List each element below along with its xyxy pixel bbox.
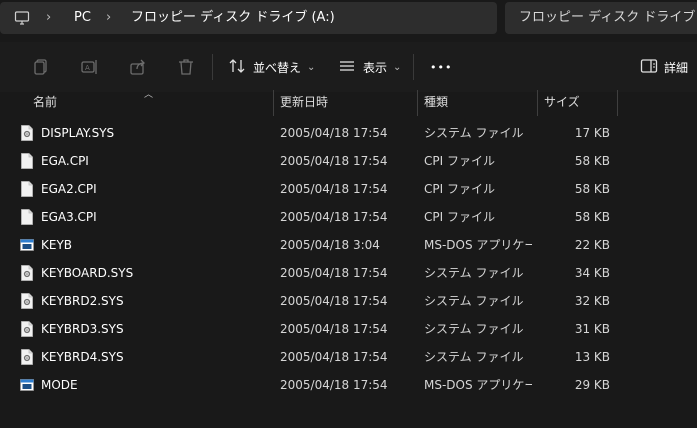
search-box[interactable]: フロッピー ディスク ドライブ — [505, 2, 697, 34]
file-date: 2005/04/18 17:54 — [280, 266, 388, 280]
file-name[interactable]: KEYBOARD.SYS — [41, 259, 133, 287]
chevron-down-icon: ⌄ — [307, 61, 316, 73]
file-row[interactable]: KEYB 2005/04/18 3:04 MS-DOS アプリケー... 22 KB — [0, 231, 697, 259]
chevron-right-icon[interactable]: › — [106, 2, 111, 34]
file-type: CPI ファイル — [424, 182, 495, 196]
file-type: システム ファイル — [424, 126, 524, 140]
more-icon: ••• — [430, 60, 453, 74]
sort-label: 並べ替え — [253, 60, 302, 75]
column-divider[interactable] — [537, 90, 538, 116]
file-date: 2005/04/18 3:04 — [280, 238, 380, 252]
file-row[interactable]: EGA.CPI 2005/04/18 17:54 CPI ファイル 58 KB — [0, 147, 697, 175]
share-icon[interactable] — [128, 57, 148, 77]
monitor-icon[interactable] — [14, 10, 30, 26]
file-type: システム ファイル — [424, 322, 524, 336]
file-name[interactable]: MODE — [41, 371, 78, 399]
file-date: 2005/04/18 17:54 — [280, 182, 388, 196]
file-name[interactable]: KEYBRD4.SYS — [41, 343, 124, 371]
file-name[interactable]: KEYBRD2.SYS — [41, 287, 124, 315]
system-file-icon — [20, 293, 34, 309]
column-header-date[interactable]: 更新日時 — [280, 90, 328, 116]
file-date: 2005/04/18 17:54 — [280, 350, 388, 364]
file-date: 2005/04/18 17:54 — [280, 210, 388, 224]
file-name[interactable]: EGA3.CPI — [41, 203, 97, 231]
file-size: 32 KB — [574, 294, 610, 308]
file-icon — [20, 153, 34, 169]
address-bar[interactable]: › PC › フロッピー ディスク ドライブ (A:) — [0, 2, 497, 34]
file-row[interactable]: KEYBOARD.SYS 2005/04/18 17:54 システム ファイル 34 … — [0, 259, 697, 287]
file-date: 2005/04/18 17:54 — [280, 294, 388, 308]
file-icon — [20, 209, 34, 225]
application-icon — [20, 377, 34, 393]
rename-icon[interactable]: A — [80, 57, 100, 77]
file-name[interactable]: EGA2.CPI — [41, 175, 97, 203]
file-date: 2005/04/18 17:54 — [280, 378, 388, 392]
details-pane-icon — [640, 57, 658, 78]
file-size: 31 KB — [574, 322, 610, 336]
file-type: CPI ファイル — [424, 210, 495, 224]
file-row[interactable]: MODE 2005/04/18 17:54 MS-DOS アプリケー... 29 KB — [0, 371, 697, 399]
file-name[interactable]: DISPLAY.SYS — [41, 119, 114, 147]
column-divider[interactable] — [417, 90, 418, 116]
chevron-right-icon[interactable]: › — [46, 2, 51, 34]
file-size: 58 KB — [574, 182, 610, 196]
file-row[interactable]: KEYBRD3.SYS 2005/04/18 17:54 システム ファイル 31 K… — [0, 315, 697, 343]
details-label: 詳細 — [664, 60, 689, 75]
column-header-size[interactable]: サイズ — [544, 90, 580, 116]
column-header-type[interactable]: 種類 — [424, 90, 448, 116]
system-file-icon — [20, 125, 34, 141]
sort-icon — [228, 57, 246, 78]
view-label: 表示 — [363, 60, 388, 75]
file-row[interactable]: DISPLAY.SYS 2005/04/18 17:54 システム ファイル 17 K… — [0, 119, 697, 147]
view-button[interactable]: 表示 ⌄ — [338, 52, 401, 82]
file-name[interactable]: EGA.CPI — [41, 147, 89, 175]
file-row[interactable]: KEYBRD4.SYS 2005/04/18 17:54 システム ファイル 13 K… — [0, 343, 697, 371]
file-size: 13 KB — [574, 350, 610, 364]
sort-ascending-icon: ︿ — [144, 90, 154, 100]
file-size: 29 KB — [574, 378, 610, 392]
details-pane-button[interactable]: 詳細 — [640, 52, 688, 82]
view-list-icon — [338, 57, 356, 78]
breadcrumb-floppy-drive[interactable]: フロッピー ディスク ドライブ (A:) — [131, 2, 335, 34]
column-divider[interactable] — [273, 90, 274, 116]
system-file-icon — [20, 265, 34, 281]
sort-button[interactable]: 並べ替え ⌄ — [228, 52, 315, 82]
column-header-row: ︿ 名前 更新日時 種類 サイズ — [0, 90, 697, 116]
more-options-button[interactable]: ••• — [430, 52, 452, 82]
file-size: 22 KB — [574, 238, 610, 252]
file-size: 58 KB — [574, 154, 610, 168]
file-row[interactable]: EGA3.CPI 2005/04/18 17:54 CPI ファイル 58 KB — [0, 203, 697, 231]
trash-icon[interactable] — [176, 57, 196, 77]
file-size: 17 KB — [574, 126, 610, 140]
system-file-icon — [20, 349, 34, 365]
file-icon — [20, 181, 34, 197]
file-size: 34 KB — [574, 266, 610, 280]
file-row[interactable]: EGA2.CPI 2005/04/18 17:54 CPI ファイル 58 KB — [0, 175, 697, 203]
file-date: 2005/04/18 17:54 — [280, 322, 388, 336]
breadcrumb-pc[interactable]: PC — [74, 2, 91, 34]
toolbar-divider — [413, 54, 414, 80]
file-name[interactable]: KEYB — [41, 231, 72, 259]
command-bar: A 並べ替え ⌄ 表示 ⌄ ••• 詳細 — [0, 42, 697, 92]
svg-text:A: A — [85, 64, 90, 72]
application-icon — [20, 237, 34, 253]
file-type: システム ファイル — [424, 266, 524, 280]
search-input[interactable]: フロッピー ディスク ドライブ — [519, 2, 695, 34]
system-file-icon — [20, 321, 34, 337]
file-type: CPI ファイル — [424, 154, 495, 168]
file-type: MS-DOS アプリケー... — [424, 378, 532, 392]
column-divider[interactable] — [617, 90, 618, 116]
file-date: 2005/04/18 17:54 — [280, 154, 388, 168]
file-date: 2005/04/18 17:54 — [280, 126, 388, 140]
file-type: MS-DOS アプリケー... — [424, 238, 532, 252]
file-name[interactable]: KEYBRD3.SYS — [41, 315, 124, 343]
file-size: 58 KB — [574, 210, 610, 224]
chevron-down-icon: ⌄ — [393, 61, 402, 73]
file-type: システム ファイル — [424, 294, 524, 308]
file-type: システム ファイル — [424, 350, 524, 364]
copy-icon[interactable] — [31, 57, 51, 77]
file-row[interactable]: KEYBRD2.SYS 2005/04/18 17:54 システム ファイル 32 K… — [0, 287, 697, 315]
toolbar-divider — [212, 54, 213, 80]
column-header-name[interactable]: 名前 — [33, 90, 57, 116]
